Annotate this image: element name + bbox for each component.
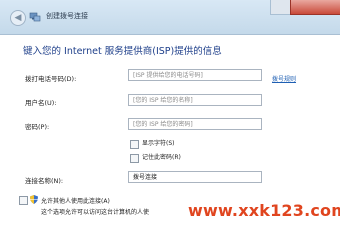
remember-password-label: 记住此密码(R) [142, 154, 181, 161]
page-heading: 键入您的 Internet 服务提供商(ISP)提供的信息 [23, 46, 222, 57]
back-button[interactable]: ◀ [10, 10, 26, 26]
phone-number-input[interactable]: [ISP 提供给您的电话号码] [128, 69, 262, 81]
window-title: 创建拨号连接 [46, 12, 88, 20]
title-bar: ◀ 创建拨号连接 [0, 0, 340, 35]
show-characters-checkbox[interactable] [130, 140, 139, 149]
minimize-button[interactable] [270, 0, 291, 15]
phone-label: 拨打电话号码(D): [25, 75, 77, 83]
uac-shield-icon [30, 195, 38, 204]
username-input[interactable]: [您的 ISP 给您的名称] [128, 94, 262, 106]
sharing-note: 这个选项允许可以访问这台计算机的人使 [41, 209, 150, 216]
show-characters-label: 显示字符(S) [142, 140, 175, 147]
watermark-text: www.xxk123.com [188, 201, 340, 220]
connection-name-input[interactable]: 拨号连接 [128, 171, 262, 183]
dialing-rules-link[interactable]: 拨号规则 [272, 74, 296, 83]
connection-name-label: 连接名称(N): [25, 177, 64, 185]
network-connection-icon [29, 12, 41, 22]
allow-others-label: 允许其他人使用此连接(A) [41, 198, 110, 205]
password-input[interactable]: [您的 ISP 给您的密码] [128, 118, 262, 130]
remember-password-checkbox[interactable] [130, 154, 139, 163]
back-arrow-icon: ◀ [14, 13, 22, 23]
username-label: 用户名(U): [25, 99, 57, 107]
dialup-wizard-window: ◀ 创建拨号连接 键入您的 Internet 服务提供商(ISP)提供的信息 拨… [0, 0, 340, 229]
allow-others-checkbox[interactable] [19, 196, 28, 205]
close-button[interactable] [290, 0, 340, 15]
password-label: 密码(P): [25, 123, 50, 131]
window-controls [270, 0, 340, 15]
